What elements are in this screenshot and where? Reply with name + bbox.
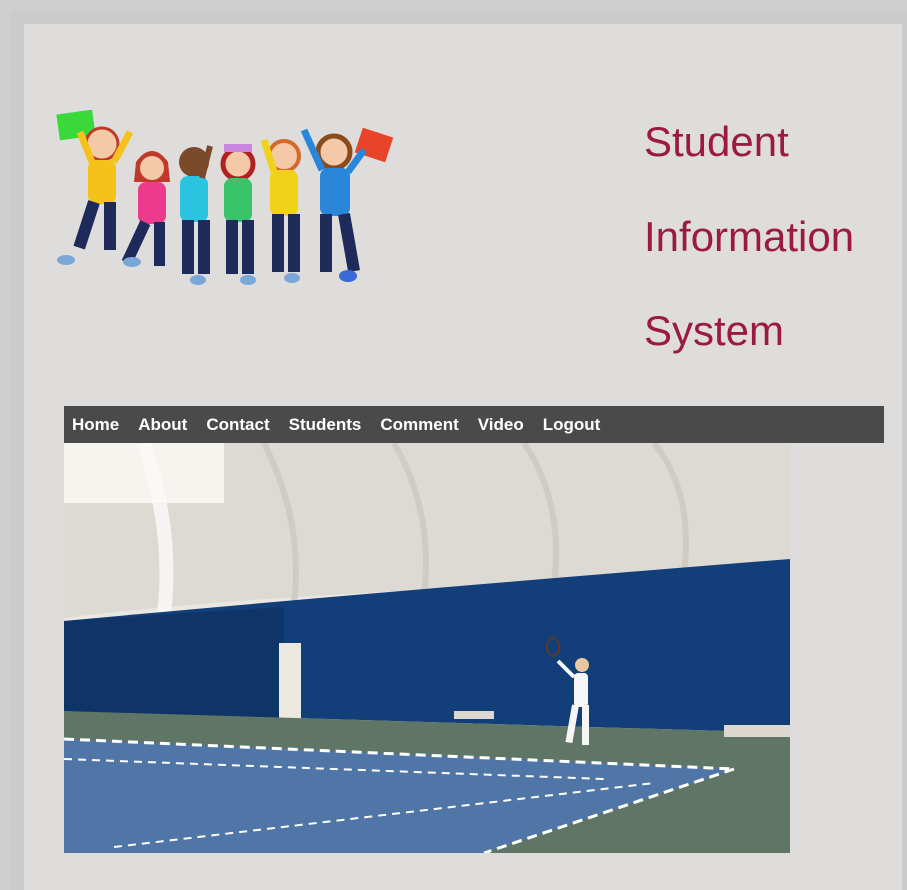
- nav-contact[interactable]: Contact: [206, 415, 269, 435]
- title-line-2: Information: [644, 213, 855, 260]
- tennis-court-video[interactable]: [64, 443, 790, 853]
- nav-video[interactable]: Video: [478, 415, 524, 435]
- nav-logout[interactable]: Logout: [543, 415, 601, 435]
- jumping-students-logo-icon: [52, 109, 402, 286]
- page-frame: Student Information System Home About Co…: [10, 10, 907, 890]
- nav-students[interactable]: Students: [289, 415, 362, 435]
- title-line-1: Student: [644, 118, 789, 165]
- site-title: Student Information System: [644, 112, 894, 378]
- nav-home[interactable]: Home: [72, 415, 119, 435]
- content-panel: Student Information System Home About Co…: [24, 24, 902, 890]
- title-line-3: System: [644, 307, 785, 354]
- nav-about[interactable]: About: [138, 415, 187, 435]
- nav-comment[interactable]: Comment: [380, 415, 458, 435]
- main-nav: Home About Contact Students Comment Vide…: [64, 406, 884, 443]
